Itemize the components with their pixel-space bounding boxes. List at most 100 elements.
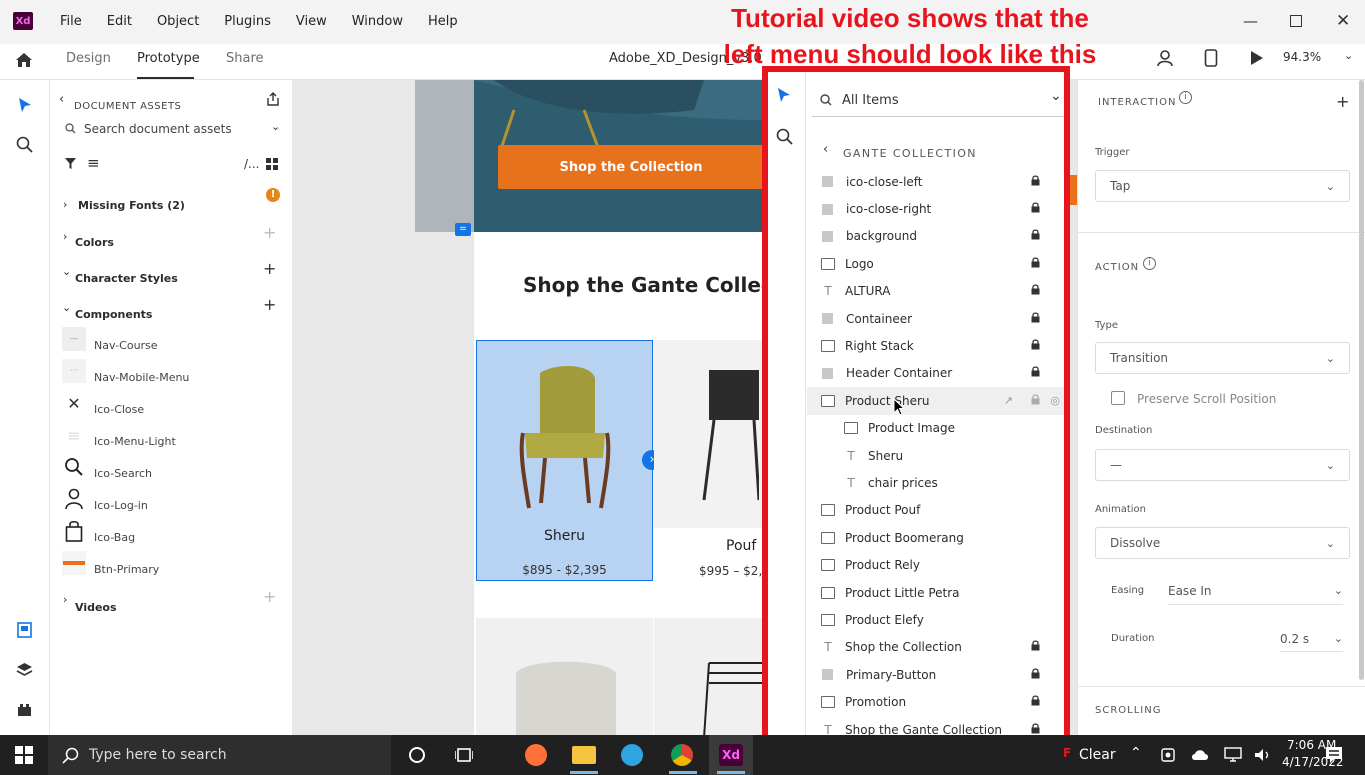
network-icon[interactable] [1224, 747, 1242, 763]
panel-scrollbar[interactable] [1359, 80, 1364, 680]
onedrive-icon[interactable] [1191, 748, 1209, 762]
adobe-xd-icon[interactable]: Xd [719, 744, 743, 766]
layer-item[interactable]: ico-close-left [807, 168, 1064, 195]
lock-icon[interactable] [1031, 695, 1040, 709]
filter-icon[interactable] [64, 157, 77, 170]
components-section[interactable]: Components [75, 308, 152, 321]
document-assets-icon[interactable] [17, 622, 32, 638]
hide-eye-icon[interactable]: ◎ [1050, 394, 1060, 407]
layers-filter-dropdown[interactable]: All Items [842, 93, 899, 108]
menu-window[interactable]: Window [352, 14, 403, 29]
zoom-tool-icon[interactable] [16, 136, 33, 153]
layer-item[interactable]: ico-close-right [807, 195, 1064, 222]
destination-dropdown[interactable]: — ⌄ [1095, 449, 1350, 481]
component-item[interactable]: Ico-Search [62, 451, 282, 483]
firefox-icon[interactable] [525, 744, 547, 766]
component-item[interactable]: Ico-Bag [62, 515, 282, 547]
chevron-down-icon[interactable]: ⌄ [62, 301, 71, 314]
layer-item[interactable]: T Sheru [807, 442, 1064, 469]
lock-icon[interactable] [1031, 284, 1040, 298]
layer-item[interactable]: Product Rely [807, 551, 1064, 578]
lock-icon[interactable] [1031, 668, 1040, 682]
notifications-icon[interactable] [1325, 746, 1343, 764]
preserve-scroll-checkbox[interactable] [1111, 391, 1125, 405]
lock-icon[interactable] [1031, 175, 1040, 189]
add-video-icon[interactable]: + [263, 587, 276, 606]
colors-section[interactable]: Colors [75, 236, 114, 249]
device-preview-icon[interactable] [1204, 49, 1218, 67]
layer-item[interactable]: background [807, 223, 1064, 250]
component-item[interactable]: ✕ Ico-Close [62, 387, 282, 419]
layer-item[interactable]: Product Elefy [807, 606, 1064, 633]
lock-icon[interactable] [1031, 202, 1040, 216]
select-tool-icon[interactable] [777, 87, 791, 103]
component-item[interactable]: Ico-Log-in [62, 483, 282, 515]
play-icon[interactable] [1250, 50, 1264, 66]
menu-file[interactable]: File [60, 14, 82, 29]
section-heading[interactable]: Shop the Gante Collectio [523, 273, 803, 297]
restore-icon[interactable] [1290, 15, 1302, 27]
tab-share[interactable]: Share [226, 51, 264, 66]
info-icon[interactable]: i [1143, 257, 1156, 270]
layer-item[interactable]: Product Boomerang [807, 524, 1064, 551]
export-icon[interactable] [266, 92, 280, 106]
weather-status[interactable]: Clear [1079, 747, 1116, 763]
product-card-selected[interactable]: Sheru $895 - $2,395 [476, 340, 653, 581]
sort-icon[interactable]: ≡ [87, 154, 100, 172]
component-item[interactable]: — Nav-Course [62, 323, 282, 355]
layer-item[interactable]: Containeer [807, 305, 1064, 332]
product-card[interactable] [476, 618, 653, 735]
layer-item[interactable]: Logo [807, 250, 1064, 277]
info-icon[interactable]: i [1179, 91, 1192, 104]
lock-icon[interactable] [1031, 257, 1040, 271]
easing-dropdown[interactable]: Ease In ⌄ [1168, 577, 1343, 605]
character-styles-section[interactable]: Character Styles [75, 272, 178, 285]
lock-icon[interactable] [1031, 366, 1040, 380]
plugins-icon[interactable] [17, 703, 32, 717]
menu-plugins[interactable]: Plugins [224, 14, 271, 29]
lock-icon[interactable] [1031, 312, 1040, 326]
shop-collection-button[interactable]: Shop the Collection [498, 145, 764, 189]
assets-search-input[interactable]: Search document assets [84, 122, 232, 136]
taskbar-search-box[interactable]: Type here to search [48, 735, 391, 775]
search-chevron-down-icon[interactable]: ⌄ [271, 120, 280, 133]
chevron-right-icon[interactable]: › [63, 230, 67, 243]
chevron-down-icon[interactable]: ⌄ [62, 265, 71, 278]
layer-item[interactable]: T Shop the Collection [807, 634, 1064, 661]
chevron-right-icon[interactable]: › [63, 198, 67, 211]
tab-design[interactable]: Design [66, 51, 111, 66]
layer-item[interactable]: Promotion [807, 688, 1064, 715]
breadcrumb-back-icon[interactable]: ‹ [823, 142, 828, 157]
file-explorer-icon[interactable] [572, 746, 596, 764]
windows-start-icon[interactable] [15, 746, 33, 764]
layer-item[interactable]: Right Stack [807, 332, 1064, 359]
menu-view[interactable]: View [296, 14, 327, 29]
grid-view-icon[interactable] [266, 158, 278, 170]
close-window-icon[interactable]: ✕ [1336, 11, 1350, 31]
webcam-icon[interactable] [1160, 747, 1176, 763]
layer-item[interactable]: Tchair prices [807, 469, 1064, 496]
component-item[interactable]: ≡ Ico-Menu-Light [62, 419, 282, 451]
layer-item[interactable]: Product Little Petra [807, 579, 1064, 606]
tray-chevron-up-icon[interactable]: ⌃ [1130, 745, 1142, 761]
lock-icon[interactable] [1031, 394, 1040, 408]
lock-icon[interactable] [1031, 640, 1040, 654]
layer-item[interactable]: Product Sheru ↗ ◎ [807, 387, 1064, 415]
share-user-icon[interactable] [1156, 49, 1174, 67]
type-dropdown[interactable]: Transition ⌄ [1095, 342, 1350, 374]
layer-item[interactable]: Primary-Button [807, 661, 1064, 688]
home-icon[interactable] [15, 51, 33, 69]
zoom-chevron-down-icon[interactable]: ⌄ [1344, 49, 1353, 62]
animation-dropdown[interactable]: Dissolve ⌄ [1095, 527, 1350, 559]
scroll-group-handle-icon[interactable]: = [455, 223, 471, 236]
layer-item[interactable]: Product Image [807, 415, 1064, 442]
layer-item[interactable]: Header Container [807, 360, 1064, 387]
list-view-icon[interactable]: /... [244, 157, 260, 171]
component-item[interactable]: ··· Nav-Mobile-Menu [62, 355, 282, 387]
layer-item[interactable]: Product Pouf [807, 497, 1064, 524]
component-item[interactable]: Btn-Primary [62, 547, 282, 579]
filter-chevron-down-icon[interactable]: ⌄ [1050, 88, 1062, 104]
menu-edit[interactable]: Edit [107, 14, 132, 29]
add-character-style-icon[interactable]: + [263, 259, 276, 278]
product-card[interactable] [654, 618, 774, 735]
